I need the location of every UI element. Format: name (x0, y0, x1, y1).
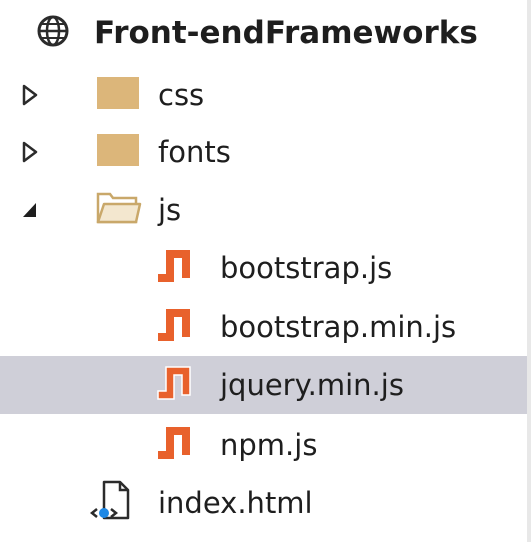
tree-node-project[interactable]: Front-endFrameworks (0, 4, 527, 62)
tree-item-label: jquery.min.js (220, 367, 404, 402)
folder-open-icon (96, 190, 142, 230)
html-file-icon (88, 478, 132, 528)
tree-item-label: index.html (158, 485, 313, 520)
tree-item-label: bootstrap.js (220, 250, 393, 285)
tree-item-label: bootstrap.min.js (220, 309, 457, 344)
tree-item-label: css (158, 77, 205, 112)
tree-item-label: fonts (158, 134, 231, 169)
expand-arrow-icon[interactable] (20, 140, 40, 164)
project-label: Front-endFrameworks (94, 14, 478, 51)
tree-node-folder-js[interactable]: js (0, 181, 527, 239)
tree-node-file-jquery-min-js[interactable]: jquery.min.js (0, 356, 527, 414)
tree-node-file-bootstrap-js[interactable]: bootstrap.js (0, 239, 527, 297)
tree-node-folder-css[interactable]: css (0, 66, 527, 124)
js-file-icon (152, 246, 196, 290)
tree-node-folder-fonts[interactable]: fonts (0, 123, 527, 181)
solution-explorer-tree: Front-endFrameworks css fonts js bootstr… (0, 0, 531, 542)
tree-node-file-index-html[interactable]: index.html (0, 474, 527, 532)
tree-node-file-npm-js[interactable]: npm.js (0, 416, 527, 474)
tree-item-label: npm.js (220, 427, 318, 462)
js-file-icon (152, 423, 196, 467)
globe-icon (36, 14, 70, 52)
collapse-arrow-icon[interactable] (20, 198, 40, 222)
js-file-icon (152, 305, 196, 349)
folder-icon (96, 76, 140, 114)
expand-arrow-icon[interactable] (20, 83, 40, 107)
tree-item-label: js (158, 192, 182, 227)
tree-node-file-bootstrap-min-js[interactable]: bootstrap.min.js (0, 298, 527, 356)
js-file-icon (152, 363, 196, 407)
folder-icon (96, 133, 140, 171)
